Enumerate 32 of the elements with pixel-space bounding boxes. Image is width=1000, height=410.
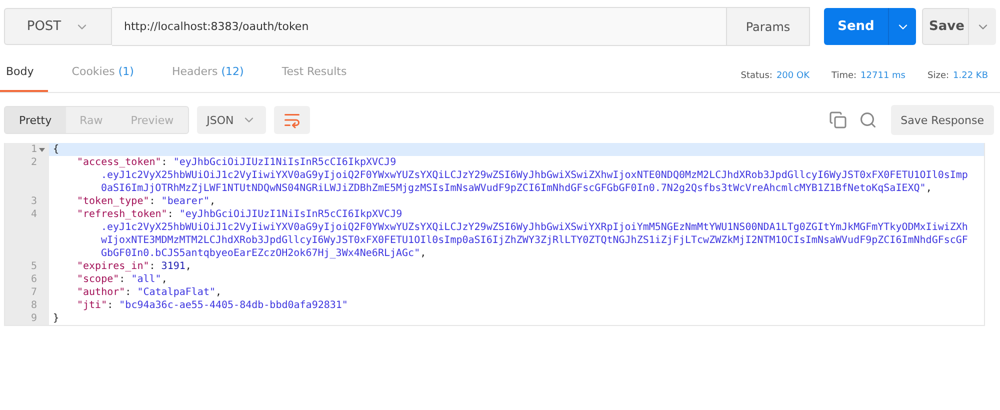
line-number: 1: [30, 143, 37, 156]
line-number: 9: [30, 312, 37, 325]
search-icon: [858, 111, 877, 129]
save-button[interactable]: Save: [922, 8, 968, 45]
response-tab[interactable]: Headers (12): [158, 52, 258, 92]
send-options-button[interactable]: [888, 8, 916, 45]
wrap-button[interactable]: [274, 106, 310, 134]
line-number: 8: [30, 299, 37, 312]
response-tab[interactable]: Cookies (1): [58, 52, 148, 92]
method-dropdown[interactable]: POST: [4, 8, 112, 45]
url-field[interactable]: http://localhost:8383/oauth/token Params: [112, 7, 810, 46]
stat-label: Status:: [740, 70, 772, 80]
line-number: 5: [30, 260, 37, 273]
copy-icon: [828, 111, 847, 129]
format-dropdown[interactable]: JSON: [196, 106, 266, 134]
line-number: 3: [30, 195, 37, 208]
stat-value: 1.22 KB: [953, 70, 988, 80]
wrap-icon: [282, 111, 301, 129]
line-number: 7: [30, 286, 37, 299]
params-button[interactable]: Params: [726, 8, 809, 45]
line-number: 4: [30, 208, 37, 221]
stat-value: 12711 ms: [860, 70, 906, 80]
stat-value: 200 OK: [776, 70, 810, 80]
stat-label: Size:: [928, 70, 950, 80]
fold-arrow-icon[interactable]: [39, 148, 45, 152]
line-number: 6: [30, 273, 37, 286]
response-tab[interactable]: Body: [0, 52, 48, 92]
view-mode-tab[interactable]: Pretty: [5, 107, 66, 133]
save-response-button[interactable]: Save Response: [890, 105, 994, 135]
line-number: 2: [30, 156, 37, 169]
stat-label: Time:: [831, 70, 857, 80]
send-button[interactable]: Send: [824, 8, 888, 45]
